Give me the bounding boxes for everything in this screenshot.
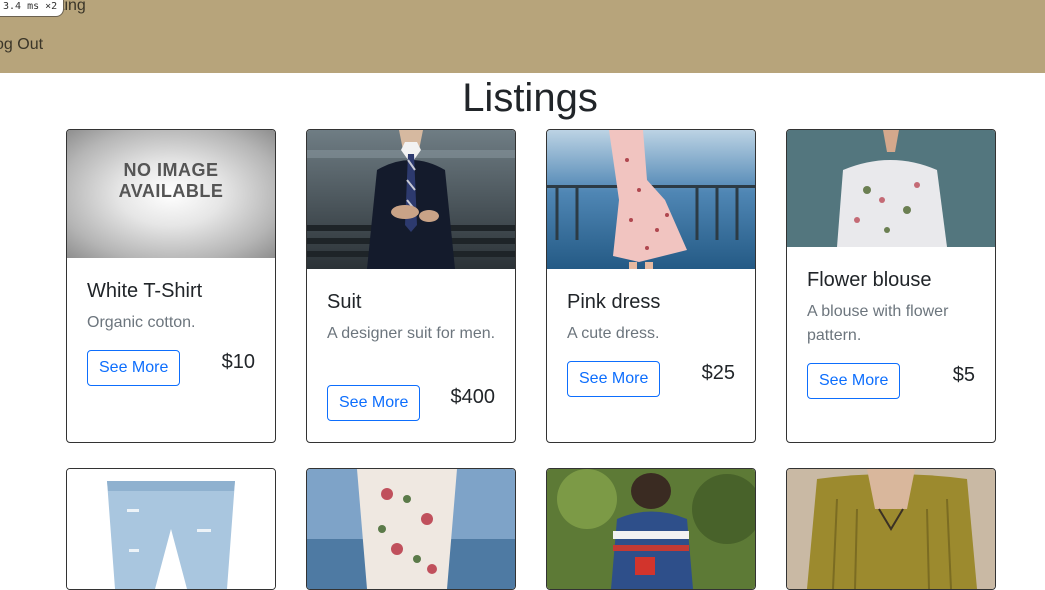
listing-price: $400: [450, 386, 496, 408]
listing-image: [307, 130, 515, 269]
listing-image: [787, 130, 995, 247]
no-image-text: NO IMAGE AVAILABLE: [118, 160, 224, 201]
listing-title: Pink dress: [567, 291, 661, 313]
no-image-placeholder: NO IMAGE AVAILABLE: [67, 130, 275, 258]
listing-title: White T-Shirt: [87, 280, 203, 302]
listing-card: [546, 468, 756, 590]
listing-description: A blouse with flower pattern.: [807, 303, 949, 344]
listing-title: Suit: [327, 291, 362, 313]
perf-badge: 3.4 ms ×2: [0, 0, 65, 17]
listing-image: [547, 469, 755, 589]
listing-card: Suit A designer suit for men. See More $…: [306, 129, 516, 443]
listing-price: $10: [221, 351, 255, 373]
listing-card: NO IMAGE AVAILABLE White T-Shirt Organic…: [66, 129, 276, 443]
page-title: Listings: [462, 76, 598, 120]
listing-description: Organic cotton.: [87, 314, 196, 331]
nav-logout-link[interactable]: og Out: [0, 36, 43, 54]
listing-image: [547, 130, 755, 269]
see-more-button[interactable]: See More: [807, 363, 901, 399]
listing-description: A designer suit for men.: [327, 325, 496, 342]
listing-card: [66, 468, 276, 590]
listing-image: [307, 469, 515, 589]
listing-description: A cute dress.: [567, 325, 660, 342]
listing-price: $25: [701, 362, 735, 384]
listing-card: Flower blouse A blouse with flower patte…: [786, 129, 996, 443]
listing-image: [67, 469, 275, 589]
listing-image: [787, 469, 995, 589]
listing-price: $5: [952, 364, 975, 386]
navbar: ting og Out: [0, 0, 1045, 73]
see-more-button[interactable]: See More: [87, 350, 181, 386]
see-more-button[interactable]: See More: [327, 385, 421, 421]
see-more-button[interactable]: See More: [567, 361, 661, 397]
listing-card: [786, 468, 996, 590]
listing-card: Pink dress A cute dress. See More $25: [546, 129, 756, 443]
listing-card: [306, 468, 516, 590]
listing-title: Flower blouse: [807, 269, 932, 291]
